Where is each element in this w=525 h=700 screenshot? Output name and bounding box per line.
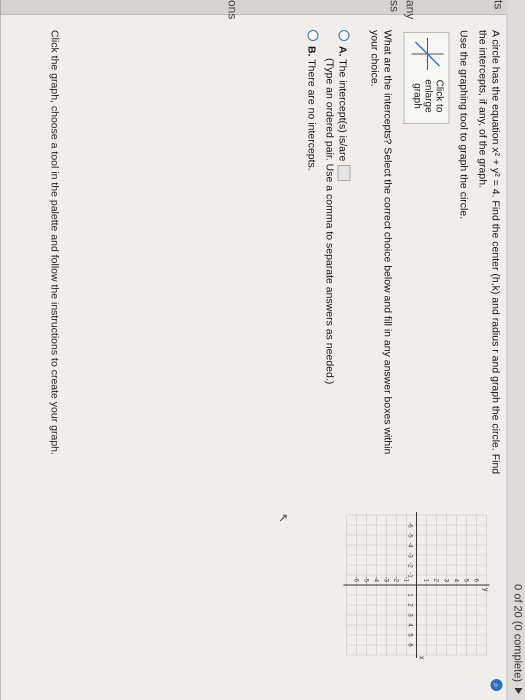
question-line-2: the intercepts, if any, of the graph. (476, 30, 488, 188)
bottom-instruction: Click the graph, choose a tool in the pa… (48, 30, 60, 455)
option-a-text: The intercept(s) is/are (336, 59, 348, 162)
thumbnail-graph-icon (411, 38, 443, 70)
y-tick-label: -3 (382, 577, 388, 583)
question-text: A circle has the equation x² + y² = 4. F… (475, 30, 501, 510)
sidebar-label: ts (491, 0, 505, 10)
x-tick-label: 1 (406, 593, 412, 597)
x-tick-label: -4 (406, 542, 412, 548)
coordinate-grid[interactable]: -6-5-4-3-2-1123456654321-1-2-3-4-5-6xy (341, 510, 491, 660)
y-tick-label: 2 (432, 579, 438, 583)
top-bar: 0 of 20 (0 complete) (506, 0, 525, 700)
y-tick-label: 5 (462, 579, 468, 583)
photo-background: 0 of 20 (0 complete) ts any ss ons A cir… (0, 0, 525, 700)
y-tick-label: 1 (422, 579, 428, 583)
x-tick-label: -3 (406, 552, 412, 558)
x-axis-label: x (417, 656, 424, 660)
next-arrow-icon[interactable] (514, 688, 522, 694)
option-a[interactable]: A. The intercept(s) is/are (336, 30, 350, 182)
instruction-text: Use the graphing tool to graph the circl… (457, 30, 469, 220)
x-tick-label: -6 (406, 522, 412, 528)
progress-label: 0 of 20 (0 complete) (511, 584, 523, 682)
pointer-cursor-icon: ↖ (276, 513, 290, 524)
option-a-hint: (Type an ordered pair. Use a comma to se… (323, 58, 335, 385)
option-b-text: There are no intercepts. (305, 59, 317, 171)
progress-indicator[interactable]: 0 of 20 (0 complete) (511, 584, 523, 694)
sidebar-label: ons (225, 0, 239, 20)
graph-area[interactable]: -6 -5 -4 -3 -2 -1 1 2 3 4 5 6 6 5 4 3 2 1 -1 -2 -3 -4 -5 -6 x y (341, 510, 491, 660)
y-tick-label: -5 (362, 577, 368, 583)
magnifier-icon[interactable]: ⌕ (490, 679, 502, 691)
intercept-answer-box[interactable] (337, 165, 350, 182)
graph-thumbnail[interactable]: Click to enlarge graph (403, 32, 449, 124)
y-tick-label: -6 (352, 577, 358, 583)
x-tick-label: 5 (406, 633, 412, 637)
x-tick-label: 4 (406, 623, 412, 627)
y-tick-label: 6 (472, 579, 478, 583)
y-axis-label: y (481, 588, 488, 592)
y-tick-label: 4 (452, 579, 458, 583)
option-b[interactable]: B. There are no intercepts. (305, 30, 318, 171)
option-b-letter: B. (305, 46, 317, 57)
sidebar-label: ss (387, 0, 401, 12)
thumbnail-label: Click to enlarge graph (411, 79, 444, 113)
option-a-letter: A. (336, 46, 348, 57)
y-tick-label: -2 (392, 577, 398, 583)
screen: 0 of 20 (0 complete) ts any ss ons A cir… (0, 0, 525, 700)
x-tick-label: 3 (406, 613, 412, 617)
y-tick-label: 3 (442, 579, 448, 583)
radio-a[interactable] (338, 30, 349, 41)
y-tick-label: -1 (402, 577, 408, 583)
question-line-1: A circle has the equation x² + y² = 4. F… (489, 30, 501, 475)
sidebar-label: any (403, 0, 417, 20)
x-tick-label: -5 (406, 532, 412, 538)
y-tick-label: -4 (372, 577, 378, 583)
radio-b[interactable] (307, 30, 318, 41)
left-sidebar: ts any ss ons (0, 0, 507, 19)
x-tick-label: 2 (406, 603, 412, 607)
x-tick-label: 6 (406, 643, 412, 647)
prompt-text: What are the intercepts? Select the corr… (368, 30, 393, 455)
x-tick-label: -2 (406, 562, 412, 568)
